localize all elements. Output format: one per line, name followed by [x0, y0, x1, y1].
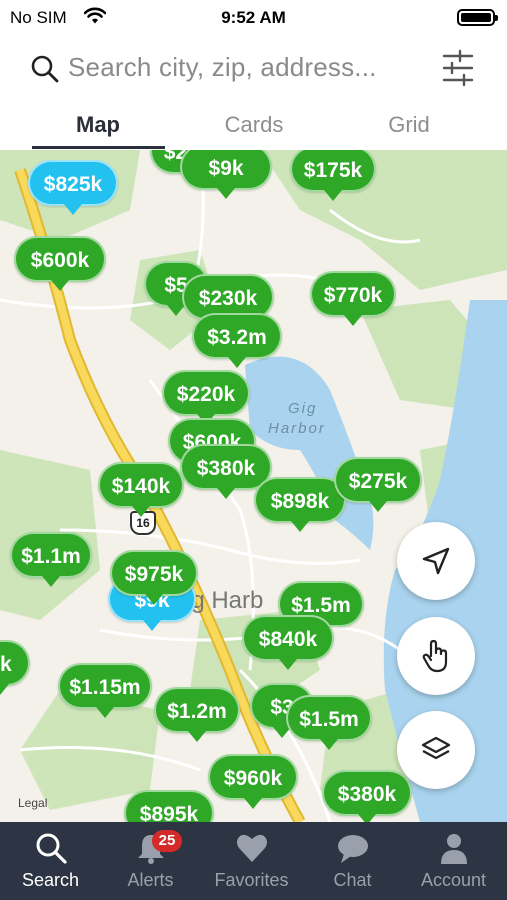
nav-favorites-label: Favorites: [214, 870, 289, 890]
price-pin[interactable]: $3.2m: [192, 313, 282, 368]
price-pin[interactable]: $9k: [180, 150, 272, 199]
nav-alerts[interactable]: 25 Alerts: [100, 822, 201, 900]
price-pin[interactable]: $840k: [242, 615, 334, 670]
search-icon: [31, 55, 59, 83]
nav-search[interactable]: Search: [0, 822, 101, 900]
filter-sliders-icon[interactable]: [440, 48, 476, 88]
town-label: ig Harb: [186, 587, 264, 614]
price-pin[interactable]: $825k: [28, 160, 118, 215]
price-pin[interactable]: $895k: [124, 790, 214, 822]
price-pin[interactable]: $975k: [110, 550, 198, 605]
nav-alerts-label: Alerts: [127, 870, 174, 890]
location-arrow-icon: [422, 547, 450, 575]
locate-me-button[interactable]: [397, 522, 475, 600]
legal-link[interactable]: Legal: [18, 796, 47, 810]
status-bar: No SIM 9:52 AM: [0, 0, 507, 34]
search-input[interactable]: Search city, zip, address...: [68, 52, 377, 83]
price-pin[interactable]: $380k: [180, 444, 272, 499]
chat-icon: [338, 835, 368, 863]
price-pin[interactable]: $1.5m: [286, 695, 372, 750]
nav-account[interactable]: Account: [403, 822, 504, 900]
search-icon: [36, 833, 67, 864]
price-pin[interactable]: $140k: [98, 462, 184, 517]
bottom-tab-bar: Search 25 Alerts Favorites Chat Account: [0, 822, 507, 900]
tab-map[interactable]: Map: [28, 112, 168, 138]
price-pin[interactable]: $770k: [310, 271, 396, 326]
nav-favorites[interactable]: Favorites: [201, 822, 302, 900]
price-pin[interactable]: $1.1m: [10, 532, 92, 587]
search-bar[interactable]: Search city, zip, address...: [0, 42, 507, 94]
hand-pointer-icon: [422, 639, 448, 673]
view-tabs: Map Cards Grid: [0, 102, 507, 150]
price-pin[interactable]: $1.2m: [154, 687, 240, 742]
battery-icon: [457, 9, 498, 26]
clock: 9:52 AM: [221, 8, 286, 27]
alerts-badge: 25: [152, 830, 182, 852]
layers-icon: [421, 736, 451, 760]
price-pin[interactable]: $960k: [208, 754, 298, 809]
price-pin[interactable]: $175k: [290, 150, 376, 201]
nav-search-label: Search: [21, 870, 80, 890]
price-pin[interactable]: $898k: [254, 477, 346, 532]
heart-icon: [237, 834, 267, 862]
price-pin[interactable]: $220k: [162, 370, 250, 425]
price-pin[interactable]: $1.15m: [58, 663, 152, 718]
active-tab-indicator: [32, 146, 165, 149]
nav-chat[interactable]: Chat: [302, 822, 403, 900]
person-icon: [441, 834, 467, 864]
price-pin[interactable]: $275k: [334, 457, 422, 512]
price-pin[interactable]: $600k: [14, 236, 106, 291]
water-label: Gig: [288, 400, 318, 417]
map-view[interactable]: Gig Harbor ig Harb 16 Legal $220k $9k $1…: [0, 150, 507, 822]
map-layers-button[interactable]: [397, 711, 475, 789]
draw-search-button[interactable]: [397, 617, 475, 695]
price-pin[interactable]: $380k: [322, 770, 412, 822]
tab-cards[interactable]: Cards: [184, 112, 324, 138]
tab-grid[interactable]: Grid: [339, 112, 479, 138]
nav-account-label: Account: [420, 870, 487, 890]
nav-chat-label: Chat: [333, 870, 372, 890]
water-label-2: Harbor: [268, 420, 326, 437]
